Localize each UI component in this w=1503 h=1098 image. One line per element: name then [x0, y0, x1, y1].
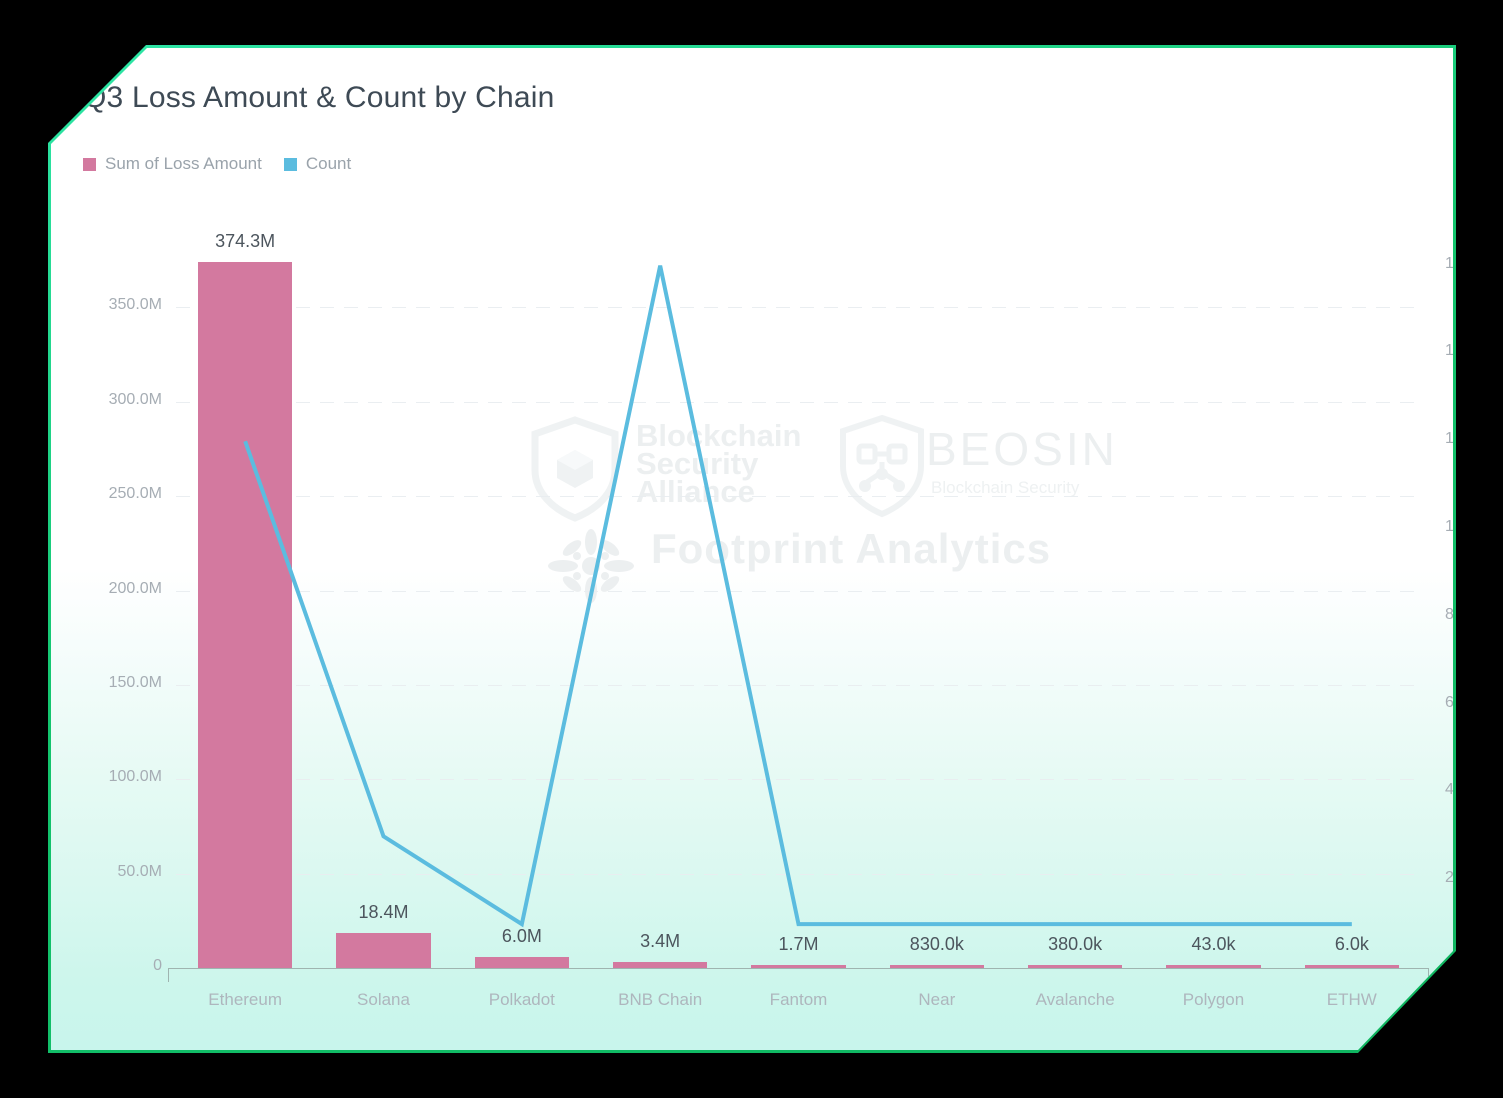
x-axis-category-label: Solana [357, 990, 410, 1009]
legend-label-count: Count [305, 154, 352, 173]
panel-surface: Blockchain Security Alliance BEOSIN Bloc… [51, 48, 1453, 1050]
plot-inner: 0 50.0M 100.0M 150.0M 200.0M 250.0M 300.0M 350.… [109, 213, 1453, 1010]
y-axis-right-tick: 4 [1445, 781, 1453, 799]
y-axis-left-tick: 150.0M [108, 673, 162, 691]
x-axis-frame [168, 968, 1429, 982]
x-axis-category-label: Polkadot [488, 990, 555, 1009]
count-line-series[interactable] [176, 213, 1421, 968]
y-axis-left-tick: 350.0M [108, 296, 162, 314]
chart-panel: Blockchain Security Alliance BEOSIN Bloc… [48, 45, 1456, 1053]
y-axis-right-tick: 16 [1445, 254, 1453, 272]
x-axis-category-label: Avalanche [1035, 990, 1115, 1009]
y-axis-right-tick: 12 [1445, 430, 1453, 448]
x-axis-category-label: Ethereum [208, 990, 283, 1009]
legend-swatch-loss-amount [83, 157, 96, 171]
chart-legend: Sum of Loss Amount Count [83, 154, 351, 174]
y-axis-right-tick: 10 [1445, 518, 1453, 536]
y-axis-right-tick: 2 [1445, 869, 1453, 887]
legend-swatch-count [283, 157, 297, 171]
x-axis-category-label: Near [918, 990, 956, 1009]
legend-item-loss-amount[interactable]: Sum of Loss Amount [83, 154, 262, 174]
y-axis-left-tick: 50.0M [117, 862, 162, 880]
y-axis-left-tick: 300.0M [108, 390, 162, 408]
x-axis-category-label: Polygon [1182, 990, 1245, 1009]
legend-item-count[interactable]: Count [283, 154, 352, 174]
y-axis-right-tick: 8 [1445, 605, 1453, 623]
y-axis-left-tick: 200.0M [108, 579, 162, 597]
y-axis-right-tick: 6 [1445, 693, 1453, 711]
page-title: Q3 Loss Amount & Count by Chain [83, 81, 555, 114]
screenshot-root: Blockchain Security Alliance BEOSIN Bloc… [0, 0, 1503, 1098]
y-axis-right-tick: 14 [1445, 342, 1453, 360]
plot-area: 0 50.0M 100.0M 150.0M 200.0M 250.0M 300.0M 350.… [109, 213, 1453, 1010]
y-axis-left-tick: 100.0M [108, 768, 162, 786]
legend-label-loss-amount: Sum of Loss Amount [105, 154, 262, 173]
x-axis-category-label: BNB Chain [618, 990, 703, 1009]
y-axis-left-tick: 250.0M [108, 485, 162, 503]
x-axis-category-label: Fantom [769, 990, 828, 1009]
x-axis-category-label: ETHW [1326, 990, 1377, 1009]
y-axis-left-tick: 0 [153, 957, 162, 974]
